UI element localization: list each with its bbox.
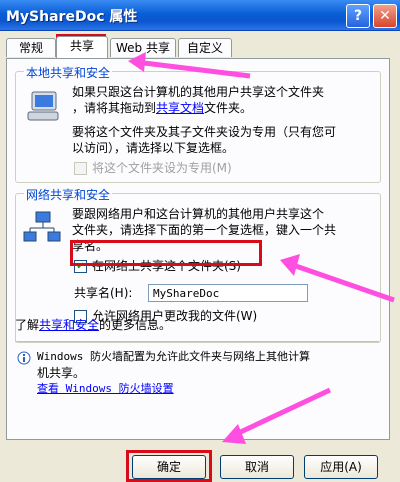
window-title: MyShareDoc 属性: [6, 9, 138, 25]
share-name-label: 共享名(H):: [74, 286, 133, 300]
computer-icon: [27, 91, 59, 121]
tab-customize[interactable]: 自定义: [178, 38, 232, 57]
network-desc-line2: 文件夹，请选择下面的第一个复选框，键入一个共: [72, 223, 337, 237]
tab-general[interactable]: 常规: [6, 38, 56, 57]
private-checkbox[interactable]: [74, 162, 87, 175]
local-desc-line2-suffix: 文件夹。: [204, 101, 253, 115]
local-desc-line3: 要将这个文件夹及其子文件夹设为专用（只有您可: [72, 125, 337, 139]
firewall-line1: Windows 防火墙配置为允许此文件夹与网络上其他计算: [37, 350, 310, 363]
learn-more-prefix: 了解: [15, 318, 40, 332]
local-desc-line2-prefix: ，请将其拖动到: [72, 101, 157, 115]
local-sharing-label: 本地共享和安全: [24, 64, 113, 81]
network-sharing-label: 网络共享和安全: [24, 186, 113, 203]
network-desc-line3: 享名。: [72, 239, 109, 253]
local-sharing-group: 本地共享和安全 如果只跟这台计算机的其他用户共享这个文件夹 ，请将其拖动到共享文…: [15, 64, 381, 183]
close-button[interactable]: ✕: [373, 4, 397, 28]
separator: [15, 341, 379, 342]
sharing-panel: 本地共享和安全 如果只跟这台计算机的其他用户共享这个文件夹 ，请将其拖动到共享文…: [6, 58, 390, 440]
title-bar[interactable]: MyShareDoc 属性 ? ✕: [0, 0, 400, 31]
apply-button[interactable]: 应用(A): [304, 455, 378, 479]
local-desc-line1: 如果只跟这台计算机的其他用户共享这个文件夹: [72, 85, 325, 99]
share-name-input[interactable]: MyShareDoc: [148, 284, 308, 302]
tab-sharing[interactable]: 共享: [56, 36, 108, 58]
ok-button[interactable]: 确定: [132, 455, 206, 479]
learn-more-suffix: 的更多信息。: [99, 318, 172, 332]
sharing-security-link[interactable]: 共享和安全: [39, 318, 99, 332]
help-button[interactable]: ?: [346, 4, 370, 28]
network-share-icon: [23, 211, 61, 242]
info-icon: [17, 351, 31, 365]
local-desc-line2: ，请将其拖动到共享文档文件夹。: [72, 100, 252, 116]
shared-documents-link[interactable]: 共享文档: [156, 101, 204, 115]
local-desc-line4: 以访问），请选择以下复选框。: [72, 141, 235, 155]
cancel-button[interactable]: 取消: [220, 455, 294, 479]
tab-web-sharing[interactable]: Web 共享: [110, 38, 176, 57]
private-checkbox-label: 将这个文件夹设为专用(M): [92, 161, 232, 175]
firewall-settings-link[interactable]: 查看 Windows 防火墙设置: [37, 381, 174, 397]
share-on-network-label: 在网络上共享这个文件夹(S): [92, 259, 241, 273]
firewall-line2: 机共享。: [37, 366, 86, 380]
learn-more-text: 了解共享和安全的更多信息。: [15, 317, 171, 333]
network-desc-line1: 要跟网络用户和这台计算机的其他用户共享这个: [72, 207, 325, 221]
share-on-network-checkbox[interactable]: ✔: [74, 260, 87, 273]
